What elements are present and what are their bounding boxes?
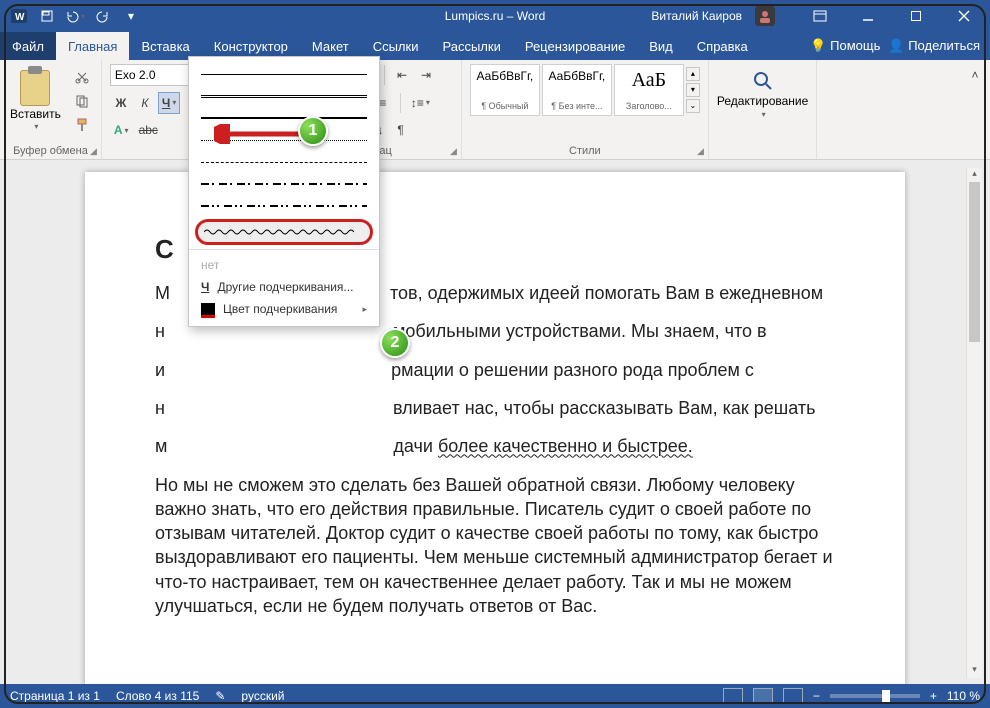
page-indicator[interactable]: Страница 1 из 1 xyxy=(10,689,100,703)
wavy-underlined-text: более качественно и быстрее. xyxy=(438,436,693,456)
style-heading1[interactable]: АаБЗаголово... xyxy=(614,64,684,116)
annotation-arrow xyxy=(214,124,310,144)
clipboard-icon xyxy=(18,66,52,106)
show-marks-icon[interactable]: ¶ xyxy=(390,119,412,141)
underline-style-dot-dot-dash[interactable] xyxy=(189,195,379,217)
scroll-up-icon[interactable]: ▴ xyxy=(967,168,982,182)
share-button[interactable]: 👤 Поделиться xyxy=(888,38,980,54)
copy-icon[interactable] xyxy=(71,90,93,112)
increase-indent-icon[interactable]: ⇥ xyxy=(415,64,437,86)
style-no-spacing[interactable]: АаБбВвГг,¶ Без инте... xyxy=(542,64,612,116)
undo-icon[interactable]: ▾ xyxy=(62,3,88,29)
underline-more[interactable]: ЧДругие подчеркивания... xyxy=(189,276,379,298)
underline-none[interactable]: нет xyxy=(189,254,379,276)
tab-help[interactable]: Справка xyxy=(685,32,760,60)
decrease-indent-icon[interactable]: ⇤ xyxy=(391,64,413,86)
bold-button[interactable]: Ж xyxy=(110,92,132,114)
tab-file[interactable]: Файл xyxy=(0,32,56,60)
group-label-clipboard: Буфер обмена xyxy=(13,145,88,157)
group-label-styles: Стили xyxy=(569,145,601,157)
vertical-scrollbar[interactable]: ▴ ▾ xyxy=(966,168,982,678)
editing-label: Редактирование xyxy=(717,94,808,108)
minimize-button[interactable] xyxy=(846,0,890,32)
text-effects-button[interactable]: A▾ xyxy=(110,119,133,141)
underline-button[interactable]: Ч▾ xyxy=(158,92,180,114)
zoom-in-button[interactable]: + xyxy=(930,689,937,703)
maximize-button[interactable] xyxy=(894,0,938,32)
qat-customize-icon[interactable]: ▾ xyxy=(118,3,144,29)
paste-button[interactable]: Вставить ▾ xyxy=(8,64,67,136)
web-layout-icon[interactable] xyxy=(783,688,803,704)
document-area[interactable]: С Мтов, одержимых идеей помогать Вам в е… xyxy=(0,160,990,684)
zoom-level[interactable]: 110 % xyxy=(947,689,980,703)
styles-gallery[interactable]: АаБбВвГг,¶ Обычный АаБбВвГг,¶ Без инте..… xyxy=(470,64,700,116)
title-bar: W ▾ ▾ Lumpics.ru – Word Виталий Каиров xyxy=(0,0,990,32)
find-button[interactable]: Редактирование ▾ xyxy=(717,64,808,119)
read-mode-icon[interactable] xyxy=(723,688,743,704)
style-normal[interactable]: АаБбВвГг,¶ Обычный xyxy=(470,64,540,116)
status-bar: Страница 1 из 1 Слово 4 из 115 ✎ русский… xyxy=(0,684,990,708)
zoom-slider[interactable] xyxy=(830,694,920,698)
underline-style-menu: нет ЧДругие подчеркивания... Цвет подчер… xyxy=(188,56,380,327)
paste-label: Вставить xyxy=(10,107,61,121)
group-styles: АаБбВвГг,¶ Обычный АаБбВвГг,¶ Без инте..… xyxy=(462,60,709,159)
ribbon-tabs: Файл Главная Вставка Конструктор Макет С… xyxy=(0,32,990,60)
underline-color[interactable]: Цвет подчеркивания▸ xyxy=(189,298,379,320)
underline-style-dot-dash[interactable] xyxy=(189,173,379,195)
gallery-scroll[interactable]: ▴▾⌄ xyxy=(686,67,700,113)
save-icon[interactable] xyxy=(34,3,60,29)
scroll-down-icon[interactable]: ▾ xyxy=(967,664,982,678)
underline-style-dashed[interactable] xyxy=(189,151,379,173)
callout-2: 2 xyxy=(380,328,410,358)
cut-icon[interactable] xyxy=(71,66,93,88)
user-name[interactable]: Виталий Каиров xyxy=(651,9,742,23)
redo-icon[interactable] xyxy=(90,3,116,29)
tab-mailings[interactable]: Рассылки xyxy=(430,32,512,60)
dialog-launcher-icon[interactable]: ◢ xyxy=(697,146,704,157)
underline-style-wavy[interactable] xyxy=(195,219,373,245)
format-painter-icon[interactable] xyxy=(71,114,93,136)
collapse-ribbon-icon[interactable]: ˄ xyxy=(964,64,986,86)
scroll-thumb[interactable] xyxy=(969,182,980,342)
search-icon xyxy=(752,70,774,92)
language-indicator[interactable]: русский xyxy=(241,689,284,703)
callout-1: 1 xyxy=(298,116,328,146)
dialog-launcher-icon[interactable]: ◢ xyxy=(90,146,97,157)
close-button[interactable] xyxy=(942,0,986,32)
word-count[interactable]: Слово 4 из 115 xyxy=(116,689,199,703)
spellcheck-icon[interactable]: ✎ xyxy=(215,689,225,703)
ribbon-display-options-icon[interactable] xyxy=(798,0,842,32)
body-line: ирмации о решении разного рода проблем с xyxy=(155,358,835,382)
italic-button[interactable]: К xyxy=(134,92,156,114)
zoom-out-button[interactable]: − xyxy=(813,689,820,703)
tab-review[interactable]: Рецензирование xyxy=(513,32,637,60)
window-title: Lumpics.ru – Word xyxy=(445,9,545,23)
user-avatar-icon[interactable] xyxy=(752,3,778,29)
tell-me[interactable]: 💡 Помощь xyxy=(810,38,880,54)
svg-text:W: W xyxy=(15,12,25,23)
body-paragraph: Но мы не сможем это сделать без Вашей об… xyxy=(155,473,835,619)
strikethrough-button[interactable]: abc xyxy=(135,119,162,141)
body-line: нвливает нас, чтобы рассказывать Вам, ка… xyxy=(155,396,835,420)
print-layout-icon[interactable] xyxy=(753,688,773,704)
tab-home[interactable]: Главная xyxy=(56,32,129,60)
tab-view[interactable]: Вид xyxy=(637,32,685,60)
body-line: мдачи более качественно и быстрее. xyxy=(155,434,835,458)
underline-style-single[interactable] xyxy=(189,63,379,85)
word-app-icon: W xyxy=(6,3,32,29)
line-spacing-icon[interactable]: ↕≡▾ xyxy=(407,92,434,114)
underline-style-double[interactable] xyxy=(189,85,379,107)
dialog-launcher-icon[interactable]: ◢ xyxy=(450,146,457,157)
group-clipboard: Вставить ▾ Буфер обмена◢ xyxy=(0,60,102,159)
color-swatch-icon xyxy=(201,303,215,315)
group-editing: Редактирование ▾ xyxy=(709,60,817,159)
ribbon: Вставить ▾ Буфер обмена◢ ▾ ▾ Ж К Ч▾ A▾ a… xyxy=(0,60,990,160)
